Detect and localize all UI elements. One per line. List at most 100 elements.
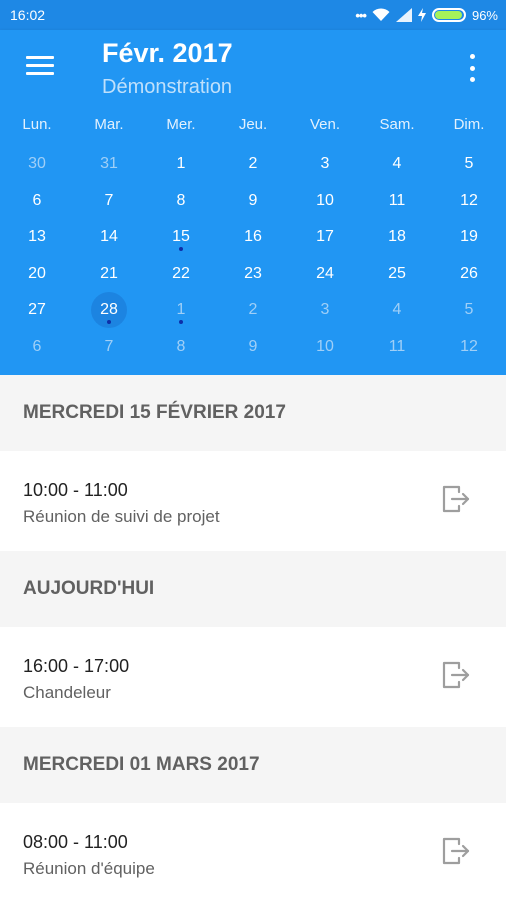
- day-cell[interactable]: 23: [217, 256, 289, 293]
- more-vert-icon[interactable]: [464, 54, 480, 82]
- agenda-list: MERCREDI 15 FÉVRIER 2017 10:00 - 11:00 Réu…: [0, 375, 506, 900]
- day-number: 31: [100, 155, 118, 172]
- charging-icon: [417, 8, 426, 22]
- event-time: 10:00 - 11:00: [23, 480, 128, 500]
- day-cell[interactable]: 1: [145, 146, 217, 183]
- day-number: 17: [316, 228, 334, 246]
- day-cell[interactable]: 14: [73, 219, 145, 256]
- day-cell[interactable]: 18: [361, 219, 433, 256]
- day-cell[interactable]: 5: [433, 146, 505, 183]
- day-number: 22: [172, 264, 190, 282]
- weekday-label: Dim.: [453, 116, 485, 133]
- day-number: 3: [320, 155, 330, 172]
- agenda-event[interactable]: 08:00 - 11:00 Réunion d'équipe: [0, 803, 506, 900]
- day-cell[interactable]: 9: [217, 329, 289, 366]
- week-row: 6 7 8 9 10 11 12: [1, 183, 505, 220]
- day-number: 10: [316, 191, 334, 209]
- day-number: 8: [176, 337, 186, 355]
- day-number: 26: [460, 264, 478, 282]
- day-cell[interactable]: 21: [73, 256, 145, 293]
- day-number: 7: [104, 337, 114, 355]
- day-cell[interactable]: 11: [361, 329, 433, 366]
- day-cell[interactable]: 25: [361, 256, 433, 293]
- day-cell-today[interactable]: 28: [73, 292, 145, 329]
- day-cell[interactable]: 19: [433, 219, 505, 256]
- day-cell[interactable]: 17: [289, 219, 361, 256]
- day-cell[interactable]: 1: [145, 292, 217, 329]
- day-cell[interactable]: 8: [145, 329, 217, 366]
- day-cell[interactable]: 26: [433, 256, 505, 293]
- day-number: 16: [244, 228, 262, 246]
- notification-dots-icon: •••: [355, 7, 367, 23]
- week-row: 6 7 8 9 10 11 12: [1, 329, 505, 366]
- day-cell[interactable]: 12: [433, 183, 505, 220]
- month-grid: 30 31 1 2 3 4 5 6 7 8 9 10 11 12 13 14 15 16 17 18 19 20 21 22 2…: [0, 146, 506, 366]
- weekday-label: Mer.: [166, 116, 196, 133]
- day-number: 5: [464, 155, 474, 172]
- day-number: 3: [320, 301, 330, 319]
- day-number: 28: [100, 301, 118, 319]
- exit-to-app-icon[interactable]: [440, 483, 472, 515]
- day-cell[interactable]: 3: [289, 146, 361, 183]
- day-cell[interactable]: 6: [1, 329, 73, 366]
- day-cell[interactable]: 16: [217, 219, 289, 256]
- agenda-event[interactable]: 10:00 - 11:00 Réunion de suivi de projet: [0, 451, 506, 551]
- week-row: 30 31 1 2 3 4 5: [1, 146, 505, 183]
- event-title: Réunion d'équipe: [23, 859, 155, 878]
- week-row: 13 14 15 16 17 18 19: [1, 219, 505, 256]
- day-number: 2: [248, 301, 258, 319]
- day-number: 12: [460, 191, 478, 209]
- day-cell[interactable]: 8: [145, 183, 217, 220]
- week-row: 27 28 1 2 3 4 5: [1, 292, 505, 329]
- day-cell[interactable]: 4: [361, 146, 433, 183]
- day-cell[interactable]: 9: [217, 183, 289, 220]
- weekday-label: Jeu.: [238, 116, 268, 133]
- day-number: 1: [176, 301, 186, 319]
- day-number: 18: [388, 228, 406, 246]
- day-cell[interactable]: 11: [361, 183, 433, 220]
- agenda-date-header: AUJOURD'HUI: [0, 551, 506, 627]
- day-cell[interactable]: 6: [1, 183, 73, 220]
- day-cell[interactable]: 3: [289, 292, 361, 329]
- day-cell[interactable]: 4: [361, 292, 433, 329]
- event-title: Réunion de suivi de projet: [23, 507, 220, 526]
- day-cell[interactable]: 31: [73, 146, 145, 183]
- day-cell[interactable]: 10: [289, 183, 361, 220]
- status-time: 16:02: [10, 7, 46, 23]
- agenda-event[interactable]: 16:00 - 17:00 Chandeleur: [0, 627, 506, 727]
- event-title: Chandeleur: [23, 683, 111, 702]
- event-indicator-dot: [179, 247, 183, 252]
- signal-icon: [395, 8, 412, 22]
- day-number: 12: [460, 337, 478, 355]
- day-cell[interactable]: 27: [1, 292, 73, 329]
- event-time: 08:00 - 11:00: [23, 832, 128, 852]
- week-row: 20 21 22 23 24 25 26: [1, 256, 505, 293]
- day-cell[interactable]: 10: [289, 329, 361, 366]
- day-cell[interactable]: 2: [217, 146, 289, 183]
- agenda-date-header: MERCREDI 15 FÉVRIER 2017: [0, 375, 506, 451]
- day-cell[interactable]: 30: [1, 146, 73, 183]
- day-cell[interactable]: 7: [73, 183, 145, 220]
- calendar-header: Févr. 2017 Démonstration Lun. Mar. Mer. Jeu…: [0, 30, 506, 375]
- day-cell[interactable]: 7: [73, 329, 145, 366]
- day-cell[interactable]: 12: [433, 329, 505, 366]
- day-cell[interactable]: 2: [217, 292, 289, 329]
- day-cell[interactable]: 20: [1, 256, 73, 293]
- day-number: 21: [100, 264, 118, 282]
- hamburger-menu-icon[interactable]: [26, 56, 54, 80]
- day-number: 4: [392, 301, 402, 319]
- day-cell[interactable]: 24: [289, 256, 361, 293]
- day-number: 14: [100, 228, 118, 246]
- exit-to-app-icon[interactable]: [440, 659, 472, 691]
- exit-to-app-icon[interactable]: [440, 835, 472, 867]
- day-number: 5: [464, 301, 474, 319]
- month-title[interactable]: Févr. 2017: [102, 38, 233, 69]
- weekday-label: Lun.: [22, 116, 52, 133]
- day-cell[interactable]: 5: [433, 292, 505, 329]
- day-number: 23: [244, 264, 262, 282]
- day-cell[interactable]: 15: [145, 219, 217, 256]
- day-cell[interactable]: 13: [1, 219, 73, 256]
- day-cell[interactable]: 22: [145, 256, 217, 293]
- event-indicator-dot: [179, 320, 183, 325]
- day-number: 25: [388, 264, 406, 282]
